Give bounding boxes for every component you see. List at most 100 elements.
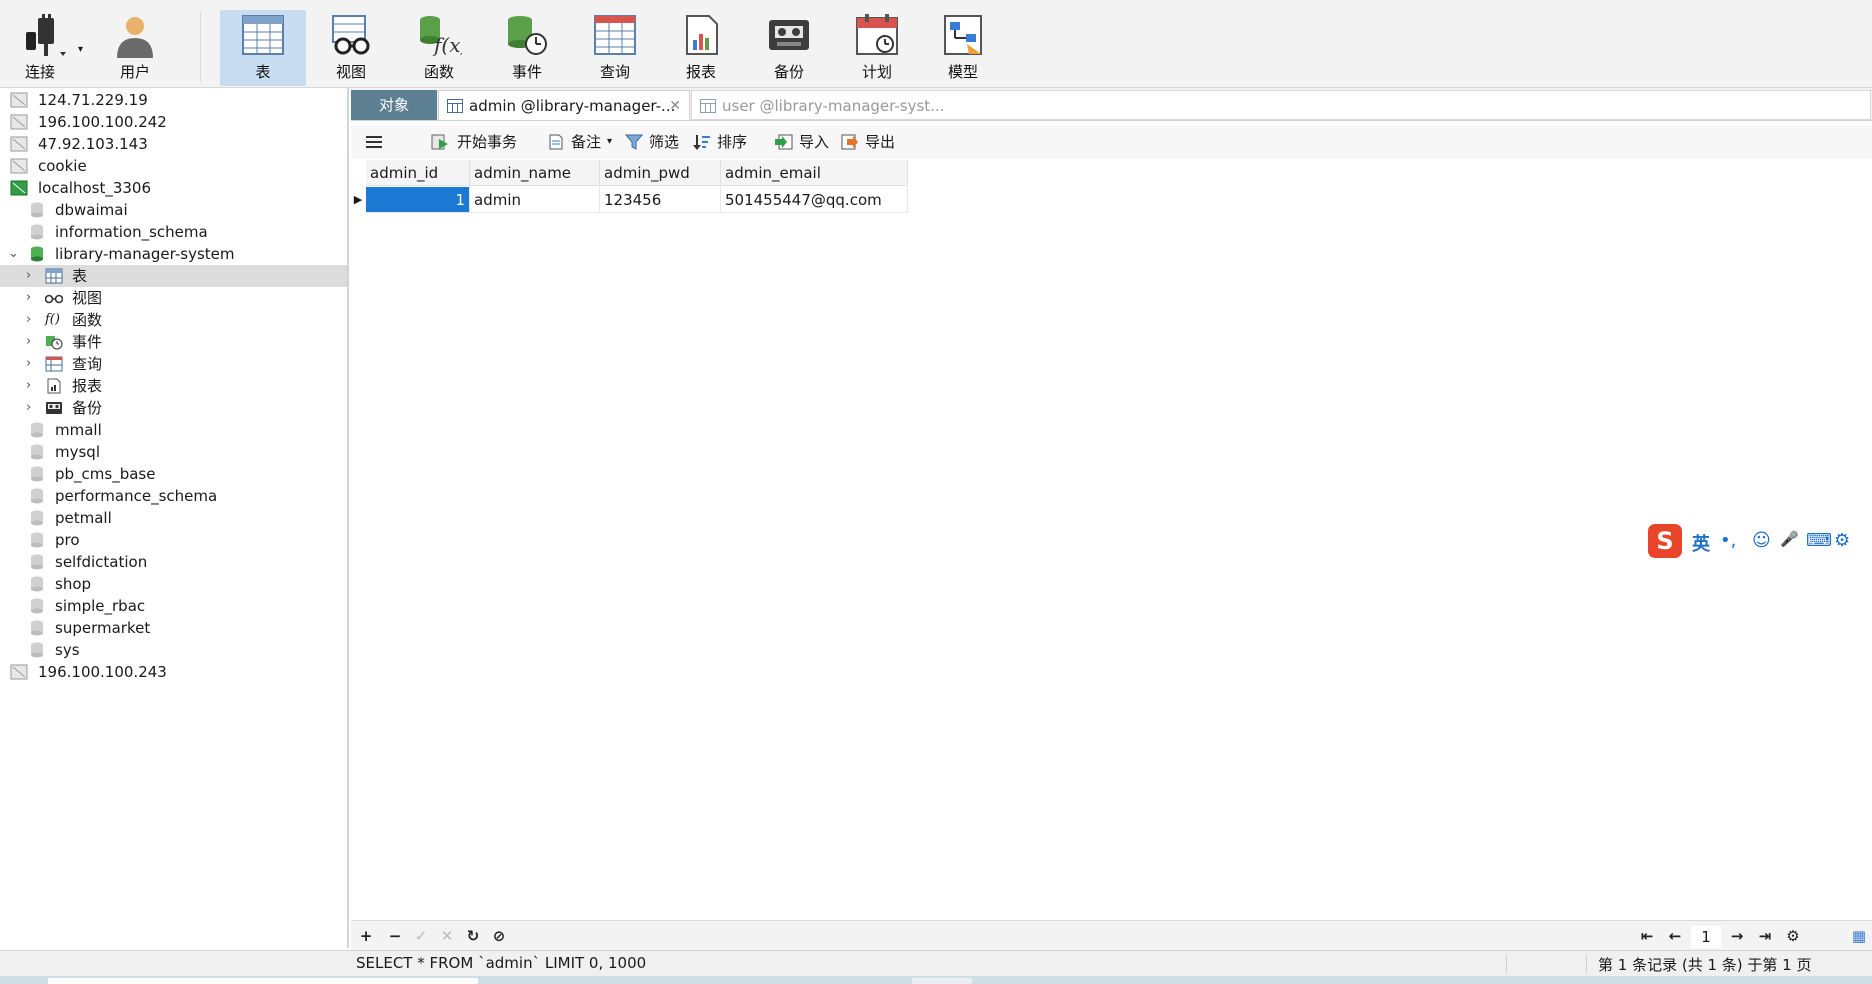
tree-connection-item[interactable]: cookie [0,155,347,177]
next-page-button[interactable]: → [1727,926,1747,946]
function-label: 函数 [423,63,454,81]
tree-database-item[interactable]: simple_rbac [0,595,347,617]
tree-database-item[interactable]: shop [0,573,347,595]
gear-icon[interactable]: ⚙ [1783,926,1803,946]
report-button[interactable]: 报表 [658,10,744,86]
tree-connection-localhost[interactable]: localhost_3306 [0,177,347,199]
column-header[interactable]: admin_pwd [600,160,721,186]
tree-node-events[interactable]: › 事件 [0,331,347,353]
chevron-right-icon[interactable]: › [26,375,38,397]
page-number-field[interactable]: 1 [1691,926,1721,948]
tree-connection-item[interactable]: 47.92.103.143 [0,133,347,155]
ime-voice-icon[interactable]: 🎤 [1780,530,1799,548]
tree-node-queries[interactable]: › 查询 [0,353,347,375]
close-icon[interactable]: ✕ [669,91,681,121]
apply-changes-button[interactable]: ✓ [411,926,431,946]
ime-language-toggle[interactable]: 英 [1692,530,1710,556]
tree-database-item[interactable]: performance_schema [0,485,347,507]
tree-node-functions[interactable]: › f() 函数 [0,309,347,331]
object-tree[interactable]: 124.71.229.19 196.100.100.242 47.92.103.… [0,88,349,948]
tree-database-item[interactable]: information_schema [0,221,347,243]
menu-button[interactable] [365,131,387,153]
import-button[interactable]: 导入 [775,131,839,153]
table-cell[interactable]: 501455447@qq.com [721,187,908,213]
data-grid[interactable]: admin_id admin_name admin_pwd admin_emai… [351,160,1872,920]
delete-record-button[interactable]: − [385,926,405,946]
refresh-button[interactable]: ↻ [463,926,483,946]
table-cell[interactable]: admin [470,187,600,213]
stop-button[interactable]: ⊘ [489,926,509,946]
chevron-right-icon[interactable]: › [26,287,38,309]
chevron-down-icon[interactable]: ▾ [78,44,83,55]
chevron-right-icon[interactable]: › [26,331,38,353]
tree-node-reports[interactable]: › 报表 [0,375,347,397]
tree-database-item[interactable]: mysql [0,441,347,463]
sort-button[interactable]: 排序 [693,131,757,153]
tree-database-item[interactable]: supermarket [0,617,347,639]
chevron-down-icon[interactable]: ▾ [607,131,612,153]
discard-changes-button[interactable]: ✕ [437,926,457,946]
database-icon [30,620,48,636]
first-page-button[interactable]: ⇤ [1637,926,1657,946]
tree-connection-item[interactable]: 196.100.100.243 [0,661,347,683]
ime-logo[interactable]: S [1648,524,1682,558]
filter-label: 筛选 [649,133,680,151]
ime-keyboard-icon[interactable]: ⌨ [1806,530,1832,551]
add-record-button[interactable]: + [356,926,376,946]
export-button[interactable]: 导出 [841,131,905,153]
tab-user-table[interactable]: user @library-manager-syst... [691,90,1871,120]
tree-label: selfdictation [55,553,148,571]
tree-database-item[interactable]: dbwaimai [0,199,347,221]
tree-database-item[interactable]: petmall [0,507,347,529]
chevron-right-icon[interactable]: › [26,265,38,287]
connect-button[interactable]: 连接 ▾ [0,10,90,86]
tree-connection-item[interactable]: 196.100.100.242 [0,111,347,133]
last-page-button[interactable]: ⇥ [1755,926,1775,946]
tree-database-item[interactable]: pb_cms_base [0,463,347,485]
memo-button[interactable]: 备注 ▾ [547,131,617,153]
chevron-right-icon[interactable]: › [26,309,38,331]
model-button[interactable]: 模型 [920,10,1006,86]
tree-node-backups[interactable]: › 备份 [0,397,347,419]
user-icon [117,17,153,58]
tab-objects[interactable]: 对象 [351,90,437,120]
chevron-down-icon[interactable]: ⌄ [8,243,20,265]
grid-view-icon[interactable]: ▦ [1849,926,1869,946]
tree-label: 表 [72,267,88,285]
tree-label: simple_rbac [55,597,146,615]
table-cell[interactable]: 1 [366,187,470,213]
chevron-right-icon[interactable]: › [26,353,38,375]
filter-button[interactable]: 筛选 [625,131,689,153]
schedule-button[interactable]: 计划 [834,10,920,86]
chevron-right-icon[interactable]: › [26,397,38,419]
column-header[interactable]: admin_name [470,160,600,186]
tab-admin-table[interactable]: admin @library-manager-... ✕ [438,90,690,120]
ime-settings-icon[interactable]: ⚙ [1834,530,1850,551]
view-button[interactable]: 视图 [308,10,394,86]
table-button[interactable]: 表 [220,10,306,86]
tree-database-active[interactable]: ⌄ library-manager-system [0,243,347,265]
table-cell[interactable]: 123456 [600,187,721,213]
column-header[interactable]: admin_email [721,160,908,186]
tree-label: petmall [55,509,112,527]
function-button[interactable]: f(x) 函数 [396,10,482,86]
column-header[interactable]: admin_id [366,160,470,186]
tree-database-item[interactable]: selfdictation [0,551,347,573]
tree-node-tables[interactable]: › 表 [0,265,347,287]
tree-database-item[interactable]: mmall [0,419,347,441]
ime-emoji-icon[interactable]: ☺ [1752,530,1771,551]
tree-database-item[interactable]: pro [0,529,347,551]
backup-button[interactable]: 备份 [746,10,832,86]
tree-connection-item[interactable]: 124.71.229.19 [0,89,347,111]
user-button[interactable]: 用户 [92,10,178,86]
tree-label: 196.100.100.242 [38,113,167,131]
tree-node-views[interactable]: › 视图 [0,287,347,309]
event-button[interactable]: 事件 [484,10,570,86]
previous-page-button[interactable]: ← [1665,926,1685,946]
ime-toolbar[interactable]: S 英 •, ☺ 🎤 ⌨ ⚙ [1648,524,1872,560]
begin-transaction-button[interactable]: 开始事务 [431,131,531,153]
query-button[interactable]: 查询 [572,10,658,86]
main-toolbar: 连接 ▾ 用户 表 视图 f(x) 函数 [0,0,1872,88]
tree-database-item[interactable]: sys [0,639,347,661]
ime-punctuation-toggle[interactable]: •, [1720,530,1736,551]
